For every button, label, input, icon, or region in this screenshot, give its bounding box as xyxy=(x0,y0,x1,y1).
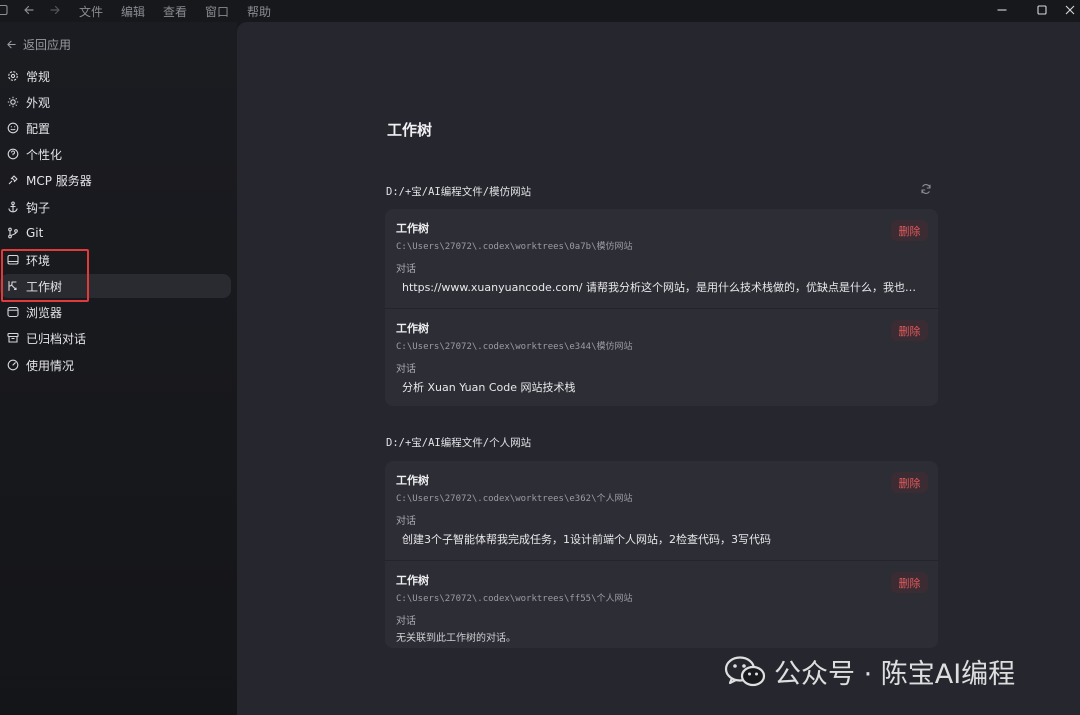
conversation-link[interactable]: https://www.xuanyuancode.com/ 请帮我分析这个网站，… xyxy=(402,279,917,295)
title-bar: 文件 编辑 查看 窗口 帮助 xyxy=(0,0,1080,22)
git-branch-icon xyxy=(6,226,20,240)
sidebar-item-browser[interactable]: 浏览器 xyxy=(0,300,231,324)
settings-main-panel: 工作树 D:/+宝/AI编程文件/模仿网站 工作树 C:\Users\27072… xyxy=(237,22,1080,715)
plug-icon xyxy=(6,173,20,187)
worktree-title: 工作树 xyxy=(396,322,429,335)
sidebar-item-general[interactable]: 常规 xyxy=(0,64,231,88)
sidebar-item-label: Git xyxy=(26,226,44,240)
sidebar-item-label: 个性化 xyxy=(26,147,63,162)
maximize-icon[interactable] xyxy=(1036,4,1048,16)
page-title: 工作树 xyxy=(387,121,433,139)
sidebar-item-config[interactable]: 配置 xyxy=(0,116,231,140)
worktree-title: 工作树 xyxy=(396,222,429,235)
sidebar-item-git[interactable]: Git xyxy=(0,221,231,245)
worktree-path: C:\Users\27072\.codex\worktrees\e362\个人网… xyxy=(396,494,633,504)
menu-edit[interactable]: 编辑 xyxy=(121,3,145,20)
archive-icon xyxy=(6,331,20,345)
sidebar-toggle-icon[interactable] xyxy=(0,4,8,16)
conversation-label: 对话 xyxy=(396,364,416,375)
arrow-left-icon xyxy=(6,39,23,50)
watermark: 公众号 · 陈宝AI编程 xyxy=(724,652,1015,691)
project-path: D:/+宝/AI编程文件/模仿网站 xyxy=(386,186,532,198)
sidebar-item-personalization[interactable]: 个性化 xyxy=(0,142,231,166)
sidebar-item-label: 常规 xyxy=(26,69,51,84)
back-to-app-link[interactable]: 返回应用 xyxy=(6,36,71,53)
delete-button[interactable]: 删除 xyxy=(891,572,928,593)
sidebar-item-label: 使用情况 xyxy=(26,358,75,373)
back-arrow-icon[interactable] xyxy=(23,4,35,16)
sidebar-item-appearance[interactable]: 外观 xyxy=(0,90,231,114)
menu-file[interactable]: 文件 xyxy=(79,3,103,20)
sidebar-item-label: 外观 xyxy=(26,95,51,110)
sidebar-item-label: 浏览器 xyxy=(26,305,63,320)
menu-window[interactable]: 窗口 xyxy=(205,3,229,20)
no-conversation-text: 无关联到此工作树的对话。 xyxy=(396,633,516,644)
delete-button[interactable]: 删除 xyxy=(891,220,928,241)
browser-icon xyxy=(6,305,20,319)
personalize-icon xyxy=(6,147,20,161)
worktree-entry: 工作树 C:\Users\27072\.codex\worktrees\e362… xyxy=(385,461,938,560)
sidebar-item-label: MCP 服务器 xyxy=(26,173,92,188)
worktree-card: 工作树 C:\Users\27072\.codex\worktrees\e362… xyxy=(385,461,938,648)
sidebar-item-label: 已归档对话 xyxy=(26,331,87,346)
project-path: D:/+宝/AI编程文件/个人网站 xyxy=(386,437,532,449)
worktree-title: 工作树 xyxy=(396,574,429,587)
sun-icon xyxy=(6,95,20,109)
worktree-path: C:\Users\27072\.codex\worktrees\e344\模仿网… xyxy=(396,342,633,352)
sidebar-item-usage[interactable]: 使用情况 xyxy=(0,353,231,377)
sidebar-item-label: 钩子 xyxy=(26,200,51,215)
conversation-label: 对话 xyxy=(396,616,416,627)
worktree-path: C:\Users\27072\.codex\worktrees\0a7b\模仿网… xyxy=(396,242,633,252)
watermark-text: 公众号 · 陈宝AI编程 xyxy=(774,659,1016,690)
menu-help[interactable]: 帮助 xyxy=(247,3,271,20)
sidebar-item-mcp[interactable]: MCP 服务器 xyxy=(0,168,231,192)
smile-icon xyxy=(6,121,20,135)
close-icon[interactable] xyxy=(1064,4,1076,16)
anchor-icon xyxy=(6,200,20,214)
delete-button[interactable]: 删除 xyxy=(891,320,928,341)
sidebar-item-archived-chats[interactable]: 已归档对话 xyxy=(0,326,231,350)
sidebar-item-hooks[interactable]: 钩子 xyxy=(0,195,231,219)
conversation-link[interactable]: 分析 Xuan Yuan Code 网站技术栈 xyxy=(402,379,917,395)
minimize-icon[interactable] xyxy=(996,4,1008,16)
gear-icon xyxy=(6,69,20,83)
worktree-card: 工作树 C:\Users\27072\.codex\worktrees\0a7b… xyxy=(385,209,938,406)
conversation-label: 对话 xyxy=(396,516,416,527)
menu-view[interactable]: 查看 xyxy=(163,3,187,20)
wechat-logo-icon xyxy=(724,654,774,690)
conversation-label: 对话 xyxy=(396,264,416,275)
worktree-path: C:\Users\27072\.codex\worktrees\ff55\个人网… xyxy=(396,594,633,604)
settings-sidebar: 返回应用 常规 外观 配置 个性化 MCP 服务器 钩子 Git 环境 工作树 … xyxy=(0,22,237,715)
conversation-link[interactable]: 创建3个子智能体帮我完成任务，1设计前端个人网站，2检查代码，3写代码 xyxy=(402,531,917,547)
gauge-icon xyxy=(6,358,20,372)
worktree-entry: 工作树 C:\Users\27072\.codex\worktrees\0a7b… xyxy=(385,209,938,308)
forward-arrow-icon[interactable] xyxy=(49,4,61,16)
back-to-app-label: 返回应用 xyxy=(23,38,72,52)
worktree-entry: 工作树 C:\Users\27072\.codex\worktrees\ff55… xyxy=(385,560,938,648)
worktree-title: 工作树 xyxy=(396,474,429,487)
delete-button[interactable]: 删除 xyxy=(891,472,928,493)
worktree-entry: 工作树 C:\Users\27072\.codex\worktrees\e344… xyxy=(385,308,938,406)
sidebar-item-label: 配置 xyxy=(26,121,51,136)
annotation-highlight-box xyxy=(1,249,89,302)
refresh-icon[interactable] xyxy=(920,183,932,195)
